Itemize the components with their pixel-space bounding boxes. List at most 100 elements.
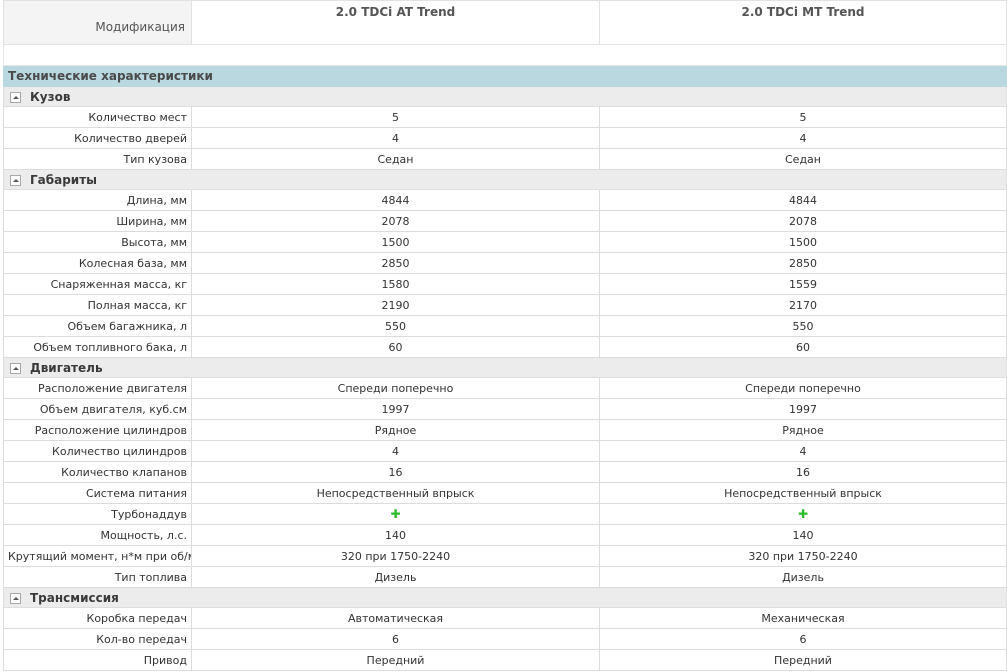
spec-label: Привод <box>3 649 192 671</box>
spec-label: Кол-во передач <box>3 628 192 650</box>
spec-label: Тип кузова <box>3 148 192 170</box>
spec-label: Система питания <box>3 482 192 504</box>
spec-value: Непосредственный впрыск <box>599 482 1007 504</box>
spec-value: Рядное <box>599 419 1007 441</box>
spec-value: 140 <box>191 524 600 546</box>
spec-row: Колесная база, мм 2850 2850 <box>3 252 1007 274</box>
spec-value: 2078 <box>599 210 1007 232</box>
spec-value: 550 <box>191 315 600 337</box>
spec-value: 16 <box>599 461 1007 483</box>
spec-label: Расположение цилиндров <box>3 419 192 441</box>
spec-value: 1997 <box>191 398 600 420</box>
spec-value: 1559 <box>599 273 1007 295</box>
spec-value: 1500 <box>191 231 600 253</box>
section-header[interactable]: Габариты <box>3 169 1007 190</box>
spec-value: 550 <box>599 315 1007 337</box>
spec-value: 2190 <box>191 294 600 316</box>
spec-label: Количество дверей <box>3 127 192 149</box>
spacer-row <box>3 44 1007 66</box>
spec-label: Количество мест <box>3 106 192 128</box>
section-header[interactable]: Трансмиссия <box>3 587 1007 608</box>
spec-label: Коробка передач <box>3 607 192 629</box>
spec-value: Спереди поперечно <box>191 377 600 399</box>
section-header[interactable]: Кузов <box>3 86 1007 107</box>
spec-value: 1500 <box>599 231 1007 253</box>
spec-label: Крутящий момент, н*м при об/мин <box>3 545 192 567</box>
spec-row: Расположение цилиндров Рядное Рядное <box>3 419 1007 441</box>
spec-value: Автоматическая <box>191 607 600 629</box>
spec-row: Высота, мм 1500 1500 <box>3 231 1007 253</box>
spec-row: Объем двигателя, куб.см 1997 1997 <box>3 398 1007 420</box>
spec-value: Дизель <box>599 566 1007 588</box>
section-title: Двигатель <box>30 360 103 375</box>
spec-row: Полная масса, кг 2190 2170 <box>3 294 1007 316</box>
spec-row: Тип кузова Седан Седан <box>3 148 1007 170</box>
spec-value: 2078 <box>191 210 600 232</box>
collapse-icon[interactable] <box>10 362 21 374</box>
spec-row: Турбонаддув ✚ ✚ <box>3 503 1007 525</box>
spec-value: 6 <box>599 628 1007 650</box>
model-name-2[interactable]: 2.0 TDCi MT Trend <box>599 0 1007 45</box>
spec-value: 1580 <box>191 273 600 295</box>
spec-value: 4844 <box>191 189 600 211</box>
collapse-icon[interactable] <box>10 592 21 604</box>
spec-row: Количество мест 5 5 <box>3 106 1007 128</box>
model-name-1[interactable]: 2.0 TDCi AT Trend <box>191 0 600 45</box>
section-title: Кузов <box>30 89 71 104</box>
spec-value: 320 при 1750-2240 <box>599 545 1007 567</box>
spec-value: 16 <box>191 461 600 483</box>
spec-value-cell: ✚ <box>191 503 600 525</box>
spec-value: 1997 <box>599 398 1007 420</box>
tech-specs-header: Технические характеристики <box>3 65 1007 87</box>
spec-label: Объем багажника, л <box>3 315 192 337</box>
spec-value-cell: ✚ <box>599 503 1007 525</box>
spec-value: Спереди поперечно <box>599 377 1007 399</box>
spec-value: 2850 <box>599 252 1007 274</box>
spec-row: Система питания Непосредственный впрыск Не… <box>3 482 1007 504</box>
spec-value: 320 при 1750-2240 <box>191 545 600 567</box>
spec-label: Полная масса, кг <box>3 294 192 316</box>
section-title: Трансмиссия <box>30 590 119 605</box>
spec-row: Коробка передач Автоматическая Механическа… <box>3 607 1007 629</box>
spec-label: Количество цилиндров <box>3 440 192 462</box>
collapse-icon[interactable] <box>10 174 21 186</box>
spec-value: Передний <box>191 649 600 671</box>
spec-value: 4 <box>599 440 1007 462</box>
tech-specs-title: Технические характеристики <box>3 65 1007 87</box>
spec-label: Снаряженная масса, кг <box>3 273 192 295</box>
spec-label: Высота, мм <box>3 231 192 253</box>
spec-label: Колесная база, мм <box>3 252 192 274</box>
spec-row: Мощность, л.с. 140 140 <box>3 524 1007 546</box>
modification-header-row: Модификация 2.0 TDCi AT Trend 2.0 TDCi M… <box>3 0 1007 45</box>
spec-comparison: Модификация 2.0 TDCi AT Trend 2.0 TDCi M… <box>0 0 1007 671</box>
spec-value: Передний <box>599 649 1007 671</box>
spec-value: 5 <box>599 106 1007 128</box>
plus-icon: ✚ <box>390 507 401 521</box>
spec-row: Ширина, мм 2078 2078 <box>3 210 1007 232</box>
spec-row: Снаряженная масса, кг 1580 1559 <box>3 273 1007 295</box>
section-title: Габариты <box>30 172 98 187</box>
spec-row: Объем багажника, л 550 550 <box>3 315 1007 337</box>
section-header[interactable]: Двигатель <box>3 357 1007 378</box>
spec-row: Расположение двигателя Спереди поперечно С… <box>3 377 1007 399</box>
plus-icon: ✚ <box>797 507 809 521</box>
spec-value: 60 <box>191 336 600 358</box>
spec-value: 5 <box>191 106 600 128</box>
spec-row: Тип топлива Дизель Дизель <box>3 566 1007 588</box>
spec-value: 4844 <box>599 189 1007 211</box>
spec-row: Привод Передний Передний <box>3 649 1007 671</box>
spec-label: Объем топливного бака, л <box>3 336 192 358</box>
spec-value: Дизель <box>191 566 600 588</box>
spec-value: 4 <box>191 440 600 462</box>
spec-label: Турбонаддув <box>3 503 192 525</box>
spec-label: Ширина, мм <box>3 210 192 232</box>
spec-value: Седан <box>191 148 600 170</box>
spec-row: Кол-во передач 6 6 <box>3 628 1007 650</box>
spec-value: 2850 <box>191 252 600 274</box>
modification-label: Модификация <box>3 0 192 45</box>
spec-value: 140 <box>599 524 1007 546</box>
spec-row: Объем топливного бака, л 60 60 <box>3 336 1007 358</box>
collapse-icon[interactable] <box>10 91 21 103</box>
spec-label: Тип топлива <box>3 566 192 588</box>
spec-table: Модификация 2.0 TDCi AT Trend 2.0 TDCi M… <box>3 0 1007 671</box>
